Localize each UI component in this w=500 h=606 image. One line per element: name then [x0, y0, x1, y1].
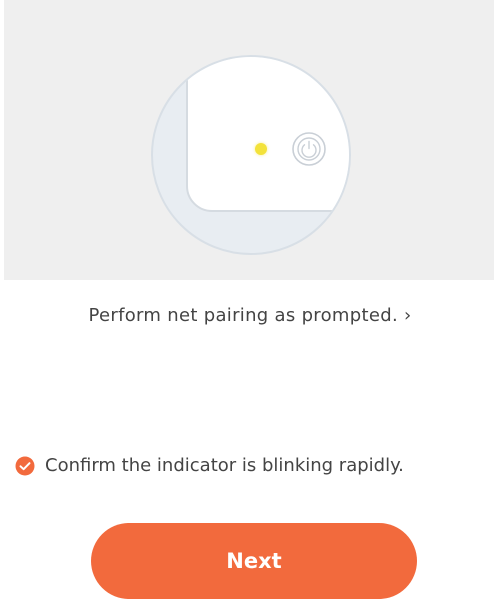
power-icon: [292, 132, 326, 166]
pairing-instructions-link[interactable]: Perform net pairing as prompted. ›: [0, 305, 500, 326]
confirm-indicator-label: Confirm the indicator is blinking rapidl…: [45, 455, 404, 476]
confirm-indicator-checkbox[interactable]: Confirm the indicator is blinking rapidl…: [15, 455, 404, 476]
device-illustration: [4, 0, 494, 280]
check-circle-icon: [15, 456, 35, 475]
next-button[interactable]: Next: [91, 523, 417, 599]
device-zoom-circle: [151, 55, 351, 255]
indicator-led-icon: [255, 143, 267, 155]
device-body: [186, 57, 349, 212]
pairing-instructions-label: Perform net pairing as prompted.: [88, 305, 398, 326]
chevron-right-icon: ›: [404, 305, 412, 326]
